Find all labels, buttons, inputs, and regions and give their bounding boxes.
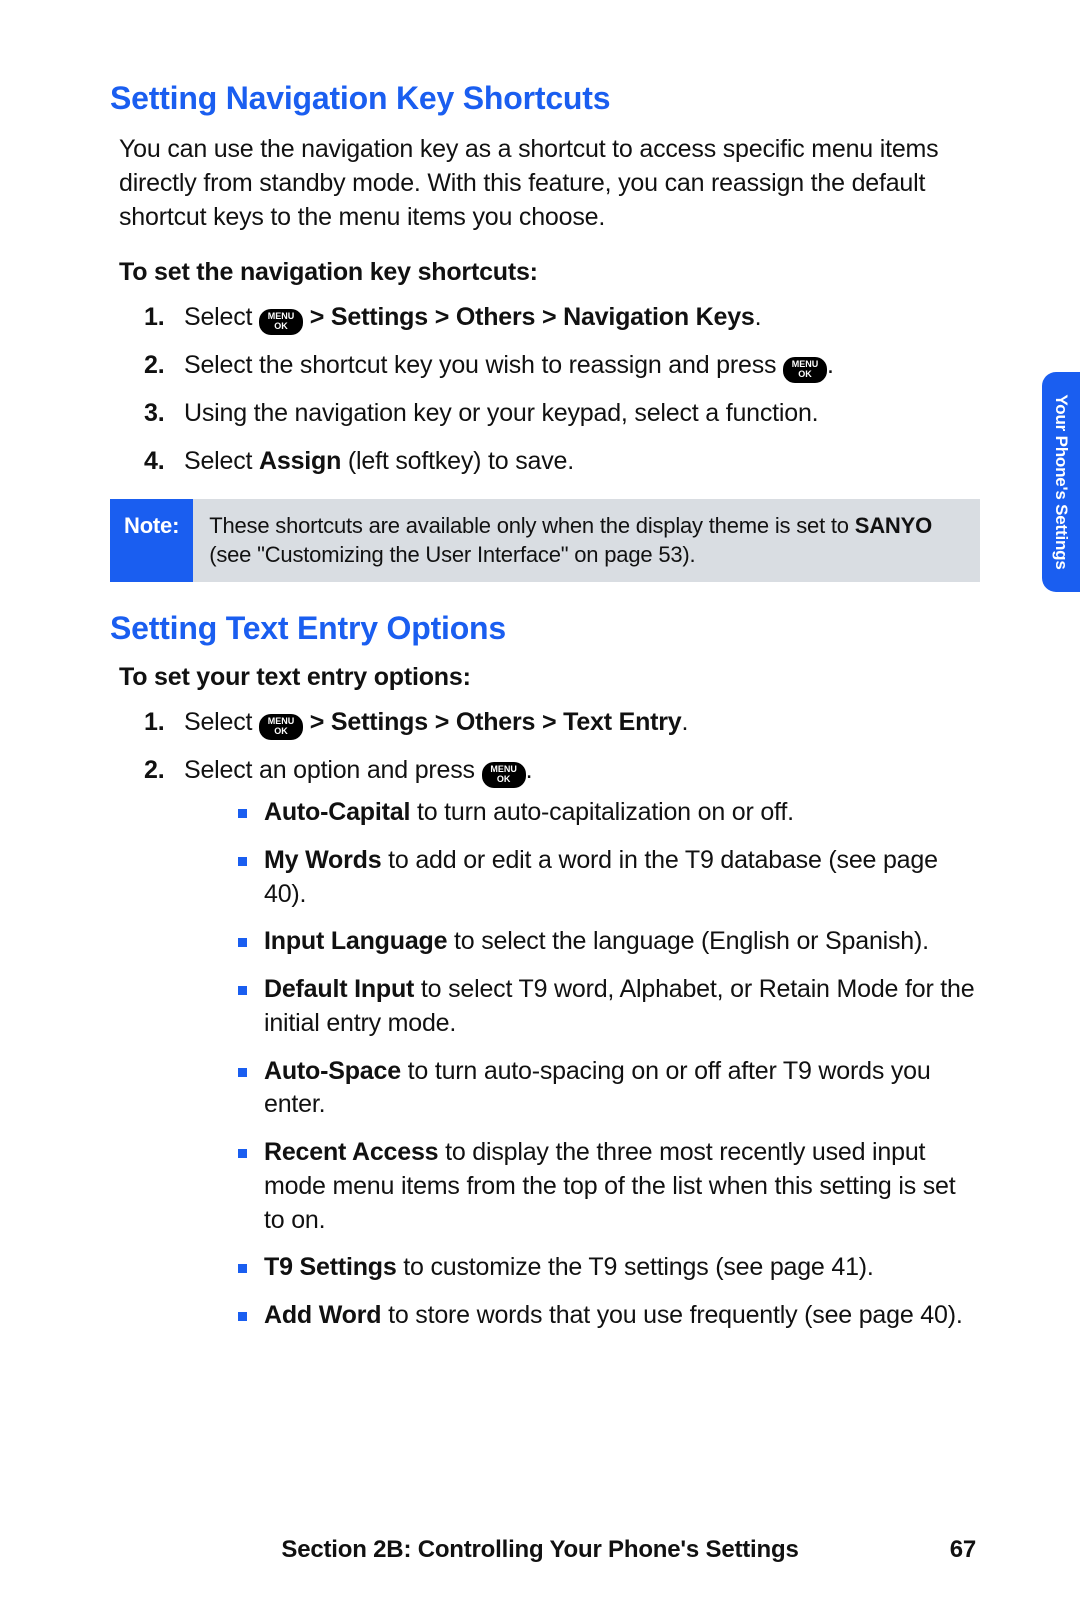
note-text-pre: These shortcuts are available only when … xyxy=(209,513,855,538)
step-text-end: . xyxy=(827,351,834,379)
step-text-pre: Select the shortcut key you wish to reas… xyxy=(184,351,783,379)
step-text-end: . xyxy=(526,756,533,784)
step-number: 3. xyxy=(144,397,164,431)
step-number: 1. xyxy=(144,301,164,335)
option-auto-capital: Auto-Capital to turn auto-capitalization… xyxy=(238,796,980,830)
heading-nav-shortcuts: Setting Navigation Key Shortcuts xyxy=(110,80,980,117)
menu-ok-icon: MENUOK xyxy=(783,357,827,383)
menu-ok-icon: MENUOK xyxy=(259,309,303,335)
step-text-post: (left softkey) to save. xyxy=(341,447,574,475)
step-text-pre: Select xyxy=(184,303,259,331)
option-t9-settings: T9 Settings to customize the T9 settings… xyxy=(238,1251,980,1285)
steps-nav-shortcuts: 1. Select MENUOK > Settings > Others > N… xyxy=(110,301,980,479)
step-number: 1. xyxy=(144,706,164,740)
note-box: Note: These shortcuts are available only… xyxy=(110,499,980,582)
option-default-input: Default Input to select T9 word, Alphabe… xyxy=(238,973,980,1041)
menu-path: > Settings > Others > Navigation Keys xyxy=(303,303,755,331)
step-2: 2. Select an option and press MENUOK. Au… xyxy=(144,754,980,1333)
subhead-text-entry: To set your text entry options: xyxy=(119,663,980,692)
option-add-word: Add Word to store words that you use fre… xyxy=(238,1299,980,1333)
intro-paragraph: You can use the navigation key as a shor… xyxy=(119,133,980,234)
option-recent-access: Recent Access to display the three most … xyxy=(238,1136,980,1237)
step-1: 1. Select MENUOK > Settings > Others > T… xyxy=(144,706,980,740)
side-tab: Your Phone's Settings xyxy=(1042,372,1080,592)
document-page: Your Phone's Settings Setting Navigation… xyxy=(0,0,1080,1620)
menu-path: > Settings > Others > Text Entry xyxy=(303,708,681,736)
step-number: 2. xyxy=(144,754,164,788)
note-text-post: (see "Customizing the User Interface" on… xyxy=(209,542,695,567)
side-tab-label: Your Phone's Settings xyxy=(1051,394,1071,569)
step-text-pre: Select an option and press xyxy=(184,756,482,784)
step-4: 4. Select Assign (left softkey) to save. xyxy=(144,445,980,479)
page-footer: Section 2B: Controlling Your Phone's Set… xyxy=(0,1536,1080,1564)
step-1: 1. Select MENUOK > Settings > Others > N… xyxy=(144,301,980,335)
options-list: Auto-Capital to turn auto-capitalization… xyxy=(184,796,980,1333)
note-label: Note: xyxy=(110,499,193,582)
step-text-end: . xyxy=(682,708,689,736)
note-body: These shortcuts are available only when … xyxy=(193,499,980,582)
step-text: Using the navigation key or your keypad,… xyxy=(184,399,818,427)
menu-ok-icon: MENUOK xyxy=(482,762,526,788)
step-number: 2. xyxy=(144,349,164,383)
step-text-end: . xyxy=(755,303,762,331)
step-number: 4. xyxy=(144,445,164,479)
step-3: 3. Using the navigation key or your keyp… xyxy=(144,397,980,431)
note-bold: SANYO xyxy=(855,513,932,538)
subhead-nav-shortcuts: To set the navigation key shortcuts: xyxy=(119,258,980,287)
option-input-language: Input Language to select the language (E… xyxy=(238,925,980,959)
step-2: 2. Select the shortcut key you wish to r… xyxy=(144,349,980,383)
page-number: 67 xyxy=(950,1536,976,1564)
steps-text-entry: 1. Select MENUOK > Settings > Others > T… xyxy=(110,706,980,1333)
footer-section-label: Section 2B: Controlling Your Phone's Set… xyxy=(281,1536,798,1563)
heading-text-entry: Setting Text Entry Options xyxy=(110,610,980,647)
step-text-pre: Select xyxy=(184,708,259,736)
option-my-words: My Words to add or edit a word in the T9… xyxy=(238,844,980,912)
assign-label: Assign xyxy=(259,447,341,475)
menu-ok-icon: MENUOK xyxy=(259,714,303,740)
option-auto-space: Auto-Space to turn auto-spacing on or of… xyxy=(238,1055,980,1123)
step-text-pre: Select xyxy=(184,447,259,475)
